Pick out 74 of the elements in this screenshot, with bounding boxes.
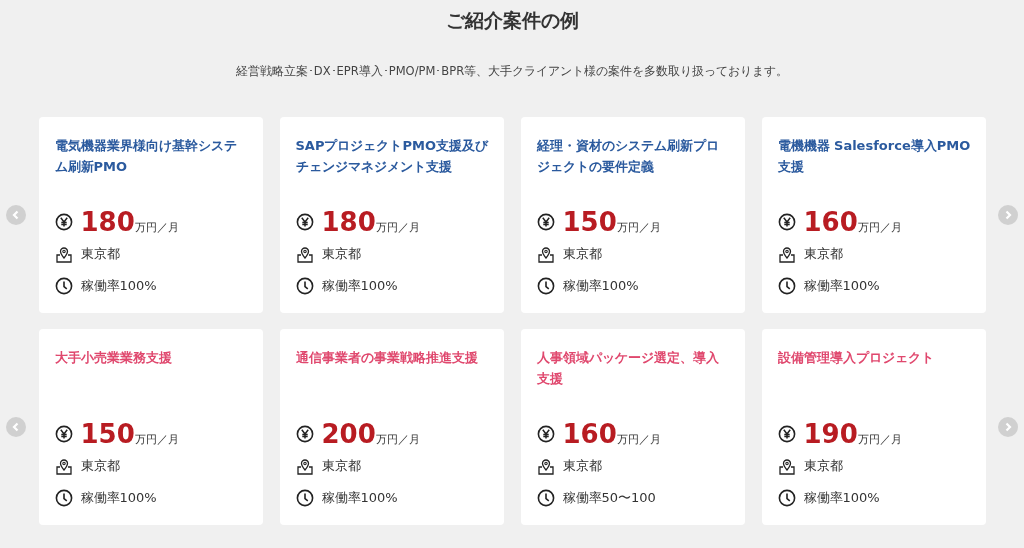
project-title[interactable]: 設備管理導入プロジェクト xyxy=(777,347,972,409)
location-text: 東京都 xyxy=(80,457,120,475)
map-pin-icon xyxy=(295,457,314,475)
price-amount: 160 xyxy=(562,421,617,447)
price-unit: 万円／月 xyxy=(134,433,179,447)
price-amount: 180 xyxy=(80,209,135,235)
price-unit: 万円／月 xyxy=(857,221,902,235)
project-title[interactable]: SAPプロジェクトPMO支援及びチェンジマネジメント支援 xyxy=(295,135,490,197)
yen-icon xyxy=(54,213,73,231)
location-text: 東京都 xyxy=(321,457,361,475)
yen-icon xyxy=(536,213,555,231)
yen-icon xyxy=(295,425,314,443)
clock-icon xyxy=(777,277,796,295)
chevron-right-icon xyxy=(1003,422,1013,432)
utilization-text: 稼働率100% xyxy=(321,489,398,507)
price-unit: 万円／月 xyxy=(616,433,661,447)
clock-icon xyxy=(536,489,555,507)
location-text: 東京都 xyxy=(80,245,120,263)
previous-button[interactable] xyxy=(6,417,26,437)
yen-icon xyxy=(777,213,796,231)
previous-button[interactable] xyxy=(6,205,26,225)
chevron-left-icon xyxy=(11,210,21,220)
yen-icon xyxy=(536,425,555,443)
price-amount: 160 xyxy=(803,209,858,235)
price-amount: 150 xyxy=(562,209,617,235)
map-pin-icon xyxy=(54,457,73,475)
price-amount: 150 xyxy=(80,421,135,447)
price-unit: 万円／月 xyxy=(375,433,420,447)
next-button[interactable] xyxy=(998,417,1018,437)
project-title[interactable]: 電気機器業界様向け基幹システム刷新PMO xyxy=(54,135,249,197)
project-title[interactable]: 電機機器 Salesforce導入PMO支援 xyxy=(777,135,972,197)
map-pin-icon xyxy=(536,245,555,263)
yen-icon xyxy=(295,213,314,231)
clock-icon xyxy=(777,489,796,507)
map-pin-icon xyxy=(536,457,555,475)
clock-icon xyxy=(536,277,555,295)
price-amount: 190 xyxy=(803,421,858,447)
project-title[interactable]: 人事領域パッケージ選定、導入支援 xyxy=(536,347,731,409)
clock-icon xyxy=(295,489,314,507)
utilization-text: 稼働率100% xyxy=(321,277,398,295)
price-unit: 万円／月 xyxy=(616,221,661,235)
location-text: 東京都 xyxy=(562,245,602,263)
chevron-right-icon xyxy=(1003,210,1013,220)
chevron-left-icon xyxy=(11,422,21,432)
location-text: 東京都 xyxy=(321,245,361,263)
yen-icon xyxy=(777,425,796,443)
map-pin-icon xyxy=(777,245,796,263)
map-pin-icon xyxy=(295,245,314,263)
price-unit: 万円／月 xyxy=(375,221,420,235)
clock-icon xyxy=(54,489,73,507)
location-text: 東京都 xyxy=(803,457,843,475)
utilization-text: 稼働率100% xyxy=(803,489,880,507)
section-heading: ご紹介案件の例 xyxy=(445,8,579,33)
project-title[interactable]: 経理・資材のシステム刷新プロジェクトの要件定義 xyxy=(536,135,731,197)
location-text: 東京都 xyxy=(803,245,843,263)
clock-icon xyxy=(295,277,314,295)
utilization-text: 稼働率50〜100 xyxy=(562,489,656,507)
utilization-text: 稼働率100% xyxy=(80,277,157,295)
price-amount: 200 xyxy=(321,421,376,447)
map-pin-icon xyxy=(777,457,796,475)
clock-icon xyxy=(54,277,73,295)
price-unit: 万円／月 xyxy=(857,433,902,447)
section-description: 経営戦略立案･DX･EPR導入･PMO/PM･BPR等、大手クライアント様の案件を多数取り扱っております。 xyxy=(235,64,789,79)
utilization-text: 稼働率100% xyxy=(80,489,157,507)
project-title[interactable]: 通信事業者の事業戦略推進支援 xyxy=(295,347,490,409)
location-text: 東京都 xyxy=(562,457,602,475)
price-unit: 万円／月 xyxy=(134,221,179,235)
utilization-text: 稼働率100% xyxy=(803,277,880,295)
price-amount: 180 xyxy=(321,209,376,235)
yen-icon xyxy=(54,425,73,443)
map-pin-icon xyxy=(54,245,73,263)
next-button[interactable] xyxy=(998,205,1018,225)
project-title[interactable]: 大手小売業業務支援 xyxy=(54,347,249,409)
utilization-text: 稼働率100% xyxy=(562,277,639,295)
